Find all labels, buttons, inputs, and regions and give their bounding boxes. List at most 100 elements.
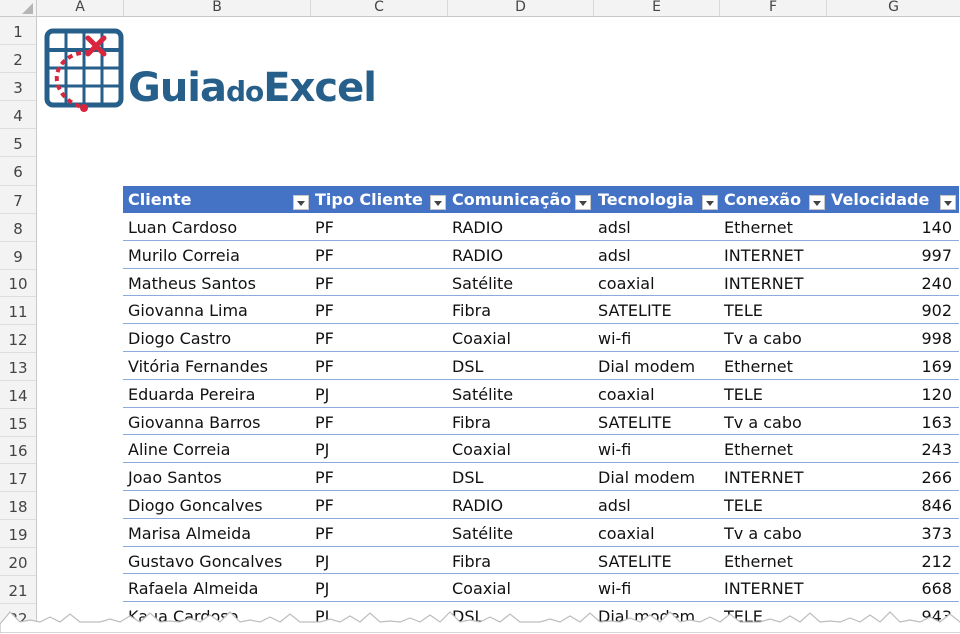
cell-cliente[interactable]: Luan Cardoso xyxy=(123,213,310,240)
cell-velocidade[interactable]: 902 xyxy=(826,296,959,323)
cell-velocidade[interactable]: 846 xyxy=(826,491,959,518)
cell-tecnologia[interactable]: adsl xyxy=(593,213,719,240)
cell-velocidade[interactable]: 266 xyxy=(826,463,959,490)
column-header-f[interactable]: F xyxy=(720,0,827,16)
cell-conexao[interactable]: TELE xyxy=(719,296,826,323)
column-header-d[interactable]: D xyxy=(448,0,594,16)
column-header-c[interactable]: C xyxy=(311,0,448,16)
cell-tipo-cliente[interactable]: PJ xyxy=(310,435,447,462)
header-conexao[interactable]: Conexão xyxy=(719,186,826,213)
filter-dropdown-icon[interactable] xyxy=(293,195,309,210)
cell-conexao[interactable]: INTERNET xyxy=(719,574,826,601)
filter-dropdown-icon[interactable] xyxy=(940,195,956,210)
column-header-a[interactable]: A xyxy=(37,0,124,16)
cell-comunicacao[interactable]: Satélite xyxy=(447,380,593,407)
cell-velocidade[interactable]: 998 xyxy=(826,324,959,351)
cell-comunicacao[interactable]: RADIO xyxy=(447,213,593,240)
row-header-9[interactable]: 9 xyxy=(0,242,36,270)
cell-tecnologia[interactable]: SATELITE xyxy=(593,296,719,323)
row-header-1[interactable]: 1 xyxy=(0,17,36,45)
cell-comunicacao[interactable]: Fibra xyxy=(447,408,593,435)
row-header-19[interactable]: 19 xyxy=(0,520,36,548)
row-header-18[interactable]: 18 xyxy=(0,492,36,520)
row-header-15[interactable]: 15 xyxy=(0,409,36,437)
row-header-8[interactable]: 8 xyxy=(0,214,36,242)
cell-tipo-cliente[interactable]: PF xyxy=(310,296,447,323)
cell-comunicacao[interactable]: Satélite xyxy=(447,519,593,546)
select-all-corner[interactable] xyxy=(0,0,37,16)
cell-cliente[interactable]: Rafaela Almeida xyxy=(123,574,310,601)
cell-cliente[interactable]: Vitória Fernandes xyxy=(123,352,310,379)
cell-cliente[interactable]: Marisa Almeida xyxy=(123,519,310,546)
cell-tecnologia[interactable]: SATELITE xyxy=(593,408,719,435)
header-comunicacao[interactable]: Comunicação xyxy=(447,186,593,213)
cell-conexao[interactable]: TELE xyxy=(719,491,826,518)
cell-tipo-cliente[interactable]: PF xyxy=(310,491,447,518)
row-header-10[interactable]: 10 xyxy=(0,270,36,297)
cell-tipo-cliente[interactable]: PF xyxy=(310,213,447,240)
cell-conexao[interactable]: INTERNET xyxy=(719,269,826,296)
cell-conexao[interactable]: Ethernet xyxy=(719,352,826,379)
cell-tecnologia[interactable]: adsl xyxy=(593,491,719,518)
cell-tipo-cliente[interactable]: PF xyxy=(310,324,447,351)
cell-comunicacao[interactable]: RADIO xyxy=(447,491,593,518)
cell-tipo-cliente[interactable]: PF xyxy=(310,352,447,379)
cell-velocidade[interactable]: 668 xyxy=(826,574,959,601)
cell-velocidade[interactable]: 163 xyxy=(826,408,959,435)
row-header-11[interactable]: 11 xyxy=(0,297,36,325)
row-header-7[interactable]: 7 xyxy=(0,186,36,214)
cell-conexao[interactable]: Ethernet xyxy=(719,213,826,240)
cell-tecnologia[interactable]: SATELITE xyxy=(593,547,719,574)
header-velocidade[interactable]: Velocidade xyxy=(826,186,959,213)
cell-tipo-cliente[interactable]: PJ xyxy=(310,380,447,407)
cell-tecnologia[interactable]: coaxial xyxy=(593,519,719,546)
filter-dropdown-icon[interactable] xyxy=(809,195,825,210)
cell-conexao[interactable]: INTERNET xyxy=(719,241,826,268)
cell-conexao[interactable]: Tv a cabo xyxy=(719,408,826,435)
row-header-12[interactable]: 12 xyxy=(0,325,36,353)
row-header-4[interactable]: 4 xyxy=(0,101,36,129)
row-header-16[interactable]: 16 xyxy=(0,437,36,464)
cell-comunicacao[interactable]: RADIO xyxy=(447,241,593,268)
cell-tecnologia[interactable]: Dial modem xyxy=(593,352,719,379)
row-header-21[interactable]: 21 xyxy=(0,576,36,604)
cell-conexao[interactable]: Tv a cabo xyxy=(719,324,826,351)
row-header-3[interactable]: 3 xyxy=(0,73,36,101)
cell-cliente[interactable]: Giovanna Barros xyxy=(123,408,310,435)
filter-dropdown-icon[interactable] xyxy=(575,195,591,210)
cell-tipo-cliente[interactable]: PF xyxy=(310,269,447,296)
cell-velocidade[interactable]: 243 xyxy=(826,435,959,462)
cell-velocidade[interactable]: 140 xyxy=(826,213,959,240)
cell-tipo-cliente[interactable]: PJ xyxy=(310,547,447,574)
cell-velocidade[interactable]: 169 xyxy=(826,352,959,379)
filter-dropdown-icon[interactable] xyxy=(430,195,446,210)
cell-cliente[interactable]: Giovanna Lima xyxy=(123,296,310,323)
row-header-6[interactable]: 6 xyxy=(0,157,36,186)
cell-comunicacao[interactable]: DSL xyxy=(447,352,593,379)
cell-comunicacao[interactable]: Coaxial xyxy=(447,574,593,601)
row-header-17[interactable]: 17 xyxy=(0,464,36,492)
cell-comunicacao[interactable]: Fibra xyxy=(447,547,593,574)
cell-tipo-cliente[interactable]: PF xyxy=(310,463,447,490)
cell-comunicacao[interactable]: Coaxial xyxy=(447,435,593,462)
cell-cliente[interactable]: Matheus Santos xyxy=(123,269,310,296)
row-header-13[interactable]: 13 xyxy=(0,353,36,381)
row-header-5[interactable]: 5 xyxy=(0,129,36,157)
cell-cliente[interactable]: Diogo Goncalves xyxy=(123,491,310,518)
cell-velocidade[interactable]: 373 xyxy=(826,519,959,546)
cell-conexao[interactable]: TELE xyxy=(719,380,826,407)
cell-tecnologia[interactable]: coaxial xyxy=(593,380,719,407)
cell-cliente[interactable]: Diogo Castro xyxy=(123,324,310,351)
column-header-b[interactable]: B xyxy=(124,0,311,16)
header-cliente[interactable]: Cliente xyxy=(123,186,310,213)
cell-velocidade[interactable]: 997 xyxy=(826,241,959,268)
cell-cliente[interactable]: Murilo Correia xyxy=(123,241,310,268)
column-header-e[interactable]: E xyxy=(594,0,720,16)
cell-tecnologia[interactable]: adsl xyxy=(593,241,719,268)
cell-cliente[interactable]: Aline Correia xyxy=(123,435,310,462)
cell-cliente[interactable]: Eduarda Pereira xyxy=(123,380,310,407)
cell-cliente[interactable]: Joao Santos xyxy=(123,463,310,490)
cell-velocidade[interactable]: 120 xyxy=(826,380,959,407)
header-tecnologia[interactable]: Tecnologia xyxy=(593,186,719,213)
filter-dropdown-icon[interactable] xyxy=(702,195,718,210)
